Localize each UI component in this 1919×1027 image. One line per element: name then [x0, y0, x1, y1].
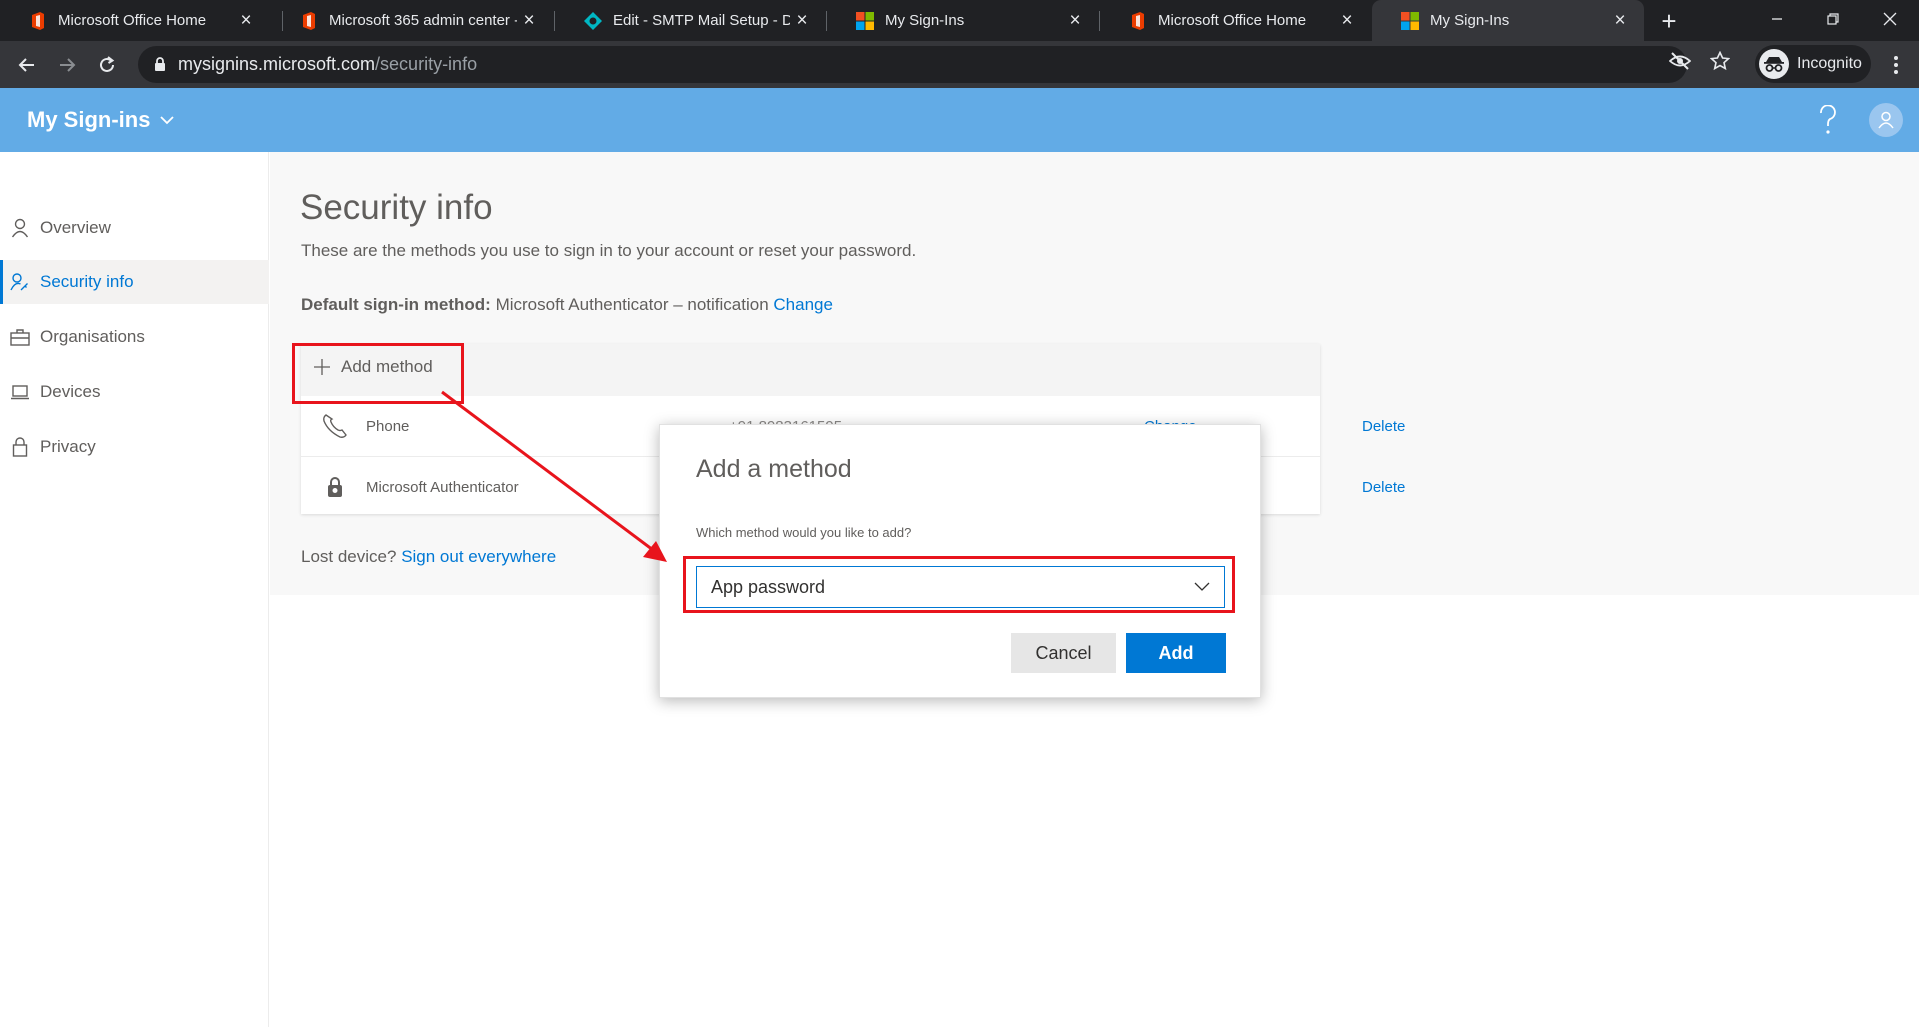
default-method-label: Default sign-in method:	[301, 295, 491, 314]
restore-icon[interactable]	[1810, 0, 1856, 38]
page-description: These are the methods you use to sign in…	[301, 241, 917, 260]
app-header: My Sign-ins	[0, 88, 1919, 152]
new-tab-button[interactable]: +	[1654, 6, 1684, 36]
phone-icon	[319, 410, 351, 442]
default-sign-in-method: Default sign-in method: Microsoft Authen…	[301, 295, 833, 315]
lock-icon[interactable]	[150, 55, 170, 75]
dialog-question: Which method would you like to add?	[696, 525, 912, 540]
chevron-down-icon	[160, 115, 175, 125]
office-icon	[28, 11, 48, 31]
close-icon[interactable]: ×	[234, 9, 258, 33]
briefcase-icon	[10, 327, 30, 347]
laptop-icon	[10, 382, 30, 402]
app-title: My Sign-ins	[27, 107, 151, 132]
incognito-label: Incognito	[1797, 55, 1862, 72]
dialog-title: Add a method	[696, 455, 852, 483]
default-method-value: Microsoft Authenticator – notification	[495, 295, 769, 314]
browser-tab-active[interactable]: My Sign-Ins ×	[1372, 0, 1644, 41]
browser-tab[interactable]: Microsoft 365 admin center - ×	[271, 0, 553, 41]
sidebar-item-overview[interactable]: Overview	[0, 206, 269, 250]
reload-icon[interactable]	[91, 49, 123, 81]
authenticator-icon	[319, 471, 351, 503]
eye-off-icon[interactable]	[1668, 49, 1692, 73]
minimize-icon[interactable]	[1754, 0, 1800, 38]
forward-arrow-icon[interactable]	[51, 49, 83, 81]
avatar[interactable]	[1869, 103, 1903, 137]
page-title: Security info	[300, 188, 493, 227]
annotation-highlight-method-select	[683, 556, 1235, 613]
tab-title: My Sign-Ins	[1430, 12, 1510, 29]
microsoft-logo-icon	[855, 11, 875, 31]
lock-icon	[10, 437, 30, 457]
browser-toolbar: mysignins.microsoft.com/security-info In…	[0, 41, 1919, 88]
browser-tab[interactable]: My Sign-Ins ×	[827, 0, 1099, 41]
method-name: Microsoft Authenticator	[366, 478, 519, 496]
close-icon[interactable]: ×	[1608, 9, 1632, 33]
close-icon[interactable]: ×	[1335, 9, 1359, 33]
tab-title: Edit - SMTP Mail Setup - Dyn	[613, 12, 790, 29]
browser-tab[interactable]: Microsoft Office Home ×	[1100, 0, 1371, 41]
sidebar-item-organisations[interactable]: Organisations	[0, 315, 269, 359]
office-icon	[299, 11, 319, 31]
address-bar[interactable]: mysignins.microsoft.com/security-info	[138, 46, 1687, 83]
method-delete-link[interactable]: Delete	[1362, 418, 1405, 435]
star-icon[interactable]	[1708, 49, 1732, 73]
annotation-highlight-add-method	[292, 343, 464, 404]
person-icon	[10, 218, 30, 238]
close-icon[interactable]: ×	[517, 9, 541, 33]
add-button[interactable]: Add	[1126, 633, 1226, 673]
sidebar-item-label: Privacy	[40, 437, 96, 456]
tab-title: My Sign-Ins	[885, 12, 965, 29]
lost-device-text: Lost device?	[301, 547, 397, 566]
default-method-change-link[interactable]: Change	[773, 295, 833, 314]
sidebar-item-label: Security info	[40, 272, 134, 291]
sidebar-item-privacy[interactable]: Privacy	[0, 425, 269, 469]
browser-tab-strip: Microsoft Office Home × Microsoft 365 ad…	[0, 0, 1919, 41]
sign-out-everywhere-link[interactable]: Sign out everywhere	[401, 547, 556, 566]
person-key-icon	[10, 272, 30, 292]
method-delete-link[interactable]: Delete	[1362, 479, 1405, 496]
app-switcher[interactable]: My Sign-ins	[27, 107, 175, 133]
url-text: mysignins.microsoft.com/security-info	[178, 54, 478, 74]
microsoft-logo-icon	[1400, 11, 1420, 31]
incognito-icon	[1759, 49, 1789, 79]
close-icon[interactable]: ×	[790, 9, 814, 33]
method-name: Phone	[366, 417, 410, 435]
tab-title: Microsoft 365 admin center -	[329, 12, 517, 29]
tab-title: Microsoft Office Home	[58, 12, 207, 29]
sidebar: Overview Security info Organisations Dev…	[0, 152, 269, 1027]
browser-tab[interactable]: Edit - SMTP Mail Setup - Dyn ×	[555, 0, 826, 41]
dynamics-icon	[583, 11, 603, 31]
incognito-badge[interactable]: Incognito	[1755, 45, 1871, 83]
sidebar-item-label: Overview	[40, 218, 111, 237]
close-icon[interactable]: ×	[1063, 9, 1087, 33]
cancel-button[interactable]: Cancel	[1011, 633, 1116, 673]
sidebar-item-security-info[interactable]: Security info	[0, 260, 269, 304]
back-arrow-icon[interactable]	[11, 49, 43, 81]
more-vert-icon[interactable]	[1880, 49, 1912, 81]
window-close-icon[interactable]	[1867, 0, 1913, 38]
lost-device: Lost device? Sign out everywhere	[301, 547, 556, 567]
sidebar-item-label: Devices	[40, 382, 101, 401]
help-icon[interactable]	[1812, 103, 1844, 137]
sidebar-item-label: Organisations	[40, 327, 145, 346]
tab-title: Microsoft Office Home	[1158, 12, 1307, 29]
sidebar-item-devices[interactable]: Devices	[0, 370, 269, 414]
browser-tab[interactable]: Microsoft Office Home ×	[0, 0, 270, 41]
office-icon	[1128, 11, 1148, 31]
